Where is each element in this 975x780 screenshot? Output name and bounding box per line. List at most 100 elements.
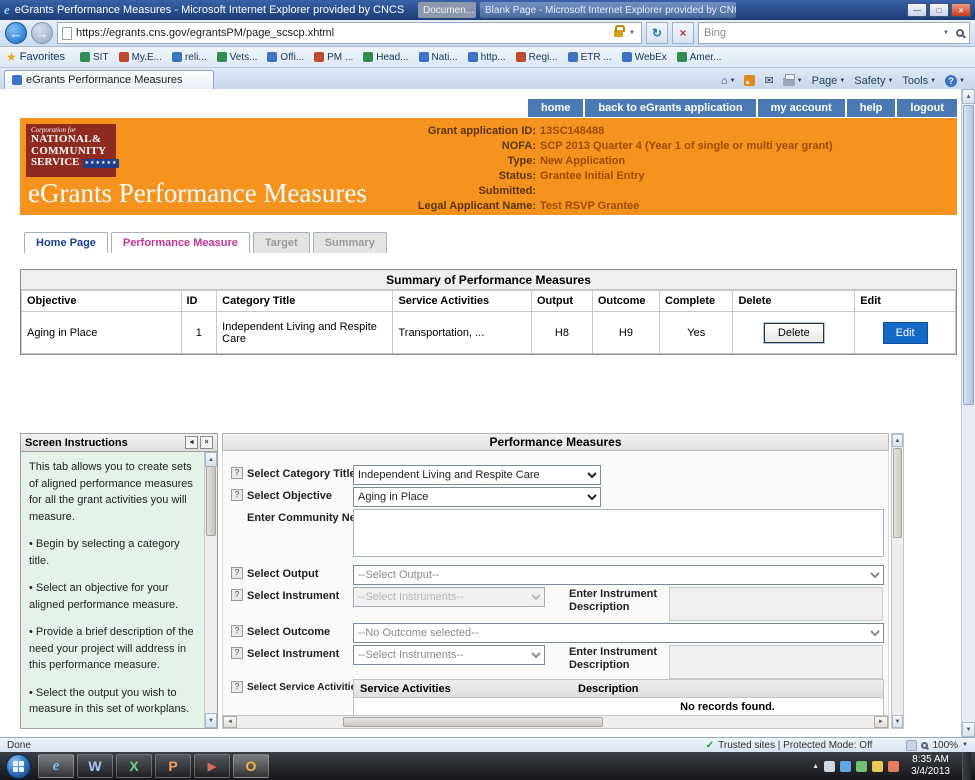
search-icon[interactable] xyxy=(956,29,964,37)
form-horizontal-scrollbar[interactable]: ◄ ► xyxy=(222,715,889,729)
favorite-link[interactable]: reli... xyxy=(167,48,212,66)
shield-icon[interactable] xyxy=(856,761,867,772)
page-menu[interactable]: Page▼ xyxy=(812,75,846,87)
help-icon[interactable]: ? xyxy=(231,467,243,479)
message-icon[interactable] xyxy=(888,761,899,772)
tab-summary: Summary xyxy=(313,232,387,253)
help-icon[interactable]: ? xyxy=(231,647,243,659)
nav-back-to-egrants-button[interactable]: back to eGrants application xyxy=(585,99,755,117)
read-mail-button[interactable]: ✉ xyxy=(764,74,773,87)
favorite-link[interactable]: Amer... xyxy=(672,48,727,66)
close-icon[interactable]: × xyxy=(200,436,213,449)
favorite-link[interactable]: Offi... xyxy=(262,48,309,66)
caret-icon[interactable]: ▼ xyxy=(962,742,968,748)
scroll-right-icon[interactable]: ► xyxy=(874,716,888,728)
tab-home-page[interactable]: Home Page xyxy=(24,232,108,253)
scrollbar-thumb[interactable] xyxy=(963,105,974,405)
favorite-link[interactable]: Vets... xyxy=(212,48,263,66)
favorite-link[interactable]: SIT xyxy=(75,48,114,66)
powerpoint-taskbar-icon[interactable]: P xyxy=(155,754,191,778)
tray-expand-icon[interactable]: ▲ xyxy=(812,763,819,770)
help-icon[interactable]: ? xyxy=(231,681,243,693)
help-icon[interactable]: ? xyxy=(231,489,243,501)
delete-button[interactable]: Delete xyxy=(764,323,824,343)
outcome-instrument-description-textarea[interactable] xyxy=(669,645,883,679)
help-icon[interactable]: ? xyxy=(231,567,243,579)
favorites-star-icon[interactable]: ★ xyxy=(6,50,17,64)
show-desktop-button[interactable] xyxy=(962,752,971,780)
help-button[interactable]: ?▼ xyxy=(945,75,965,87)
browser-tab[interactable]: eGrants Performance Measures xyxy=(4,70,214,89)
favorite-link[interactable]: PM ... xyxy=(309,48,358,66)
favorite-link[interactable]: http... xyxy=(463,48,511,66)
scroll-up-icon[interactable]: ▲ xyxy=(205,452,217,467)
scroll-down-icon[interactable]: ▼ xyxy=(892,715,903,728)
refresh-button[interactable]: ↻ xyxy=(646,22,668,44)
zoom-control[interactable]: 100% ▼ xyxy=(906,740,968,751)
nav-my-account-button[interactable]: my account xyxy=(758,99,845,117)
url-dropdown-icon[interactable]: ▼ xyxy=(627,30,637,36)
search-dropdown-icon[interactable]: ▼ xyxy=(941,30,951,36)
favorites-button[interactable]: Favorites xyxy=(20,51,65,63)
feeds-button[interactable] xyxy=(744,75,755,86)
favorite-link[interactable]: My.E... xyxy=(114,48,167,66)
favorite-link[interactable]: Nati... xyxy=(414,48,463,66)
scroll-up-icon[interactable]: ▲ xyxy=(892,434,903,447)
community-need-textarea[interactable] xyxy=(353,509,884,557)
favorite-link[interactable]: Head... xyxy=(358,48,413,66)
forward-button[interactable]: → xyxy=(31,22,53,44)
maximize-button[interactable]: □ xyxy=(929,3,949,17)
internet-explorer-taskbar-icon[interactable]: e xyxy=(38,754,74,778)
scroll-down-icon[interactable]: ▼ xyxy=(962,722,975,737)
help-icon[interactable]: ? xyxy=(231,589,243,601)
start-button[interactable] xyxy=(6,754,31,779)
nav-logout-button[interactable]: logout xyxy=(897,99,957,117)
scroll-down-icon[interactable]: ▼ xyxy=(205,713,217,728)
print-button[interactable]: ▼ xyxy=(783,75,803,86)
collapse-icon[interactable]: ◄ xyxy=(185,436,198,449)
update-icon[interactable] xyxy=(872,761,883,772)
objective-select[interactable]: Aging in Place xyxy=(353,487,601,507)
category-title-select[interactable]: Independent Living and Respite Care xyxy=(353,465,601,485)
favorite-label: My.E... xyxy=(132,52,162,63)
scroll-left-icon[interactable]: ◄ xyxy=(223,716,237,728)
browser-scrollbar[interactable]: ▲ ▼ xyxy=(961,89,975,737)
action-center-icon[interactable] xyxy=(824,761,835,772)
page-view-icon[interactable] xyxy=(906,740,917,751)
scrollbar-thumb[interactable] xyxy=(343,717,603,727)
output-select[interactable]: --Select Output-- xyxy=(353,565,884,585)
address-input[interactable]: https://egrants.cns.gov/egrantsPM/page_s… xyxy=(57,22,642,44)
nav-home-button[interactable]: home xyxy=(528,99,583,117)
background-window-title[interactable]: Documen... xyxy=(418,2,476,18)
form-vertical-scrollbar[interactable]: ▲ ▼ xyxy=(891,433,904,729)
edit-button[interactable]: Edit xyxy=(883,322,928,344)
nav-help-button[interactable]: help xyxy=(847,99,896,117)
favorite-link[interactable]: Regi... xyxy=(511,48,563,66)
instructions-scrollbar[interactable]: ▲ ▼ xyxy=(204,452,217,728)
close-button[interactable]: × xyxy=(951,3,971,17)
excel-taskbar-icon[interactable]: X xyxy=(116,754,152,778)
minimize-button[interactable]: — xyxy=(907,3,927,17)
outcome-select[interactable]: --No Outcome selected-- xyxy=(353,623,884,643)
search-input[interactable]: Bing ▼ xyxy=(698,22,970,44)
media-player-taskbar-icon[interactable]: ▶ xyxy=(194,754,230,778)
network-icon[interactable] xyxy=(840,761,851,772)
tab-performance-measure[interactable]: Performance Measure xyxy=(111,232,250,253)
home-button[interactable]: ⌂▼ xyxy=(721,75,736,87)
scrollbar-thumb[interactable] xyxy=(206,466,216,536)
stop-button[interactable]: × xyxy=(672,22,694,44)
outcome-instrument-select[interactable]: --Select Instruments-- xyxy=(353,645,545,665)
scroll-up-icon[interactable]: ▲ xyxy=(962,89,975,104)
favorite-link[interactable]: WebEx xyxy=(617,48,672,66)
word-taskbar-icon[interactable]: W xyxy=(77,754,113,778)
scrollbar-thumb[interactable] xyxy=(893,448,902,538)
back-button[interactable]: ← xyxy=(5,22,27,44)
outlook-taskbar-icon[interactable]: O xyxy=(233,754,269,778)
tools-menu[interactable]: Tools▼ xyxy=(902,75,936,87)
favorite-link[interactable]: ETR ... xyxy=(563,48,617,66)
help-icon[interactable]: ? xyxy=(231,625,243,637)
lock-icon[interactable] xyxy=(614,30,623,37)
background-window[interactable]: Blank Page - Microsoft Internet Explorer… xyxy=(480,2,736,18)
safety-menu[interactable]: Safety▼ xyxy=(854,75,893,87)
clock[interactable]: 8:35 AM 3/4/2013 xyxy=(904,754,957,779)
